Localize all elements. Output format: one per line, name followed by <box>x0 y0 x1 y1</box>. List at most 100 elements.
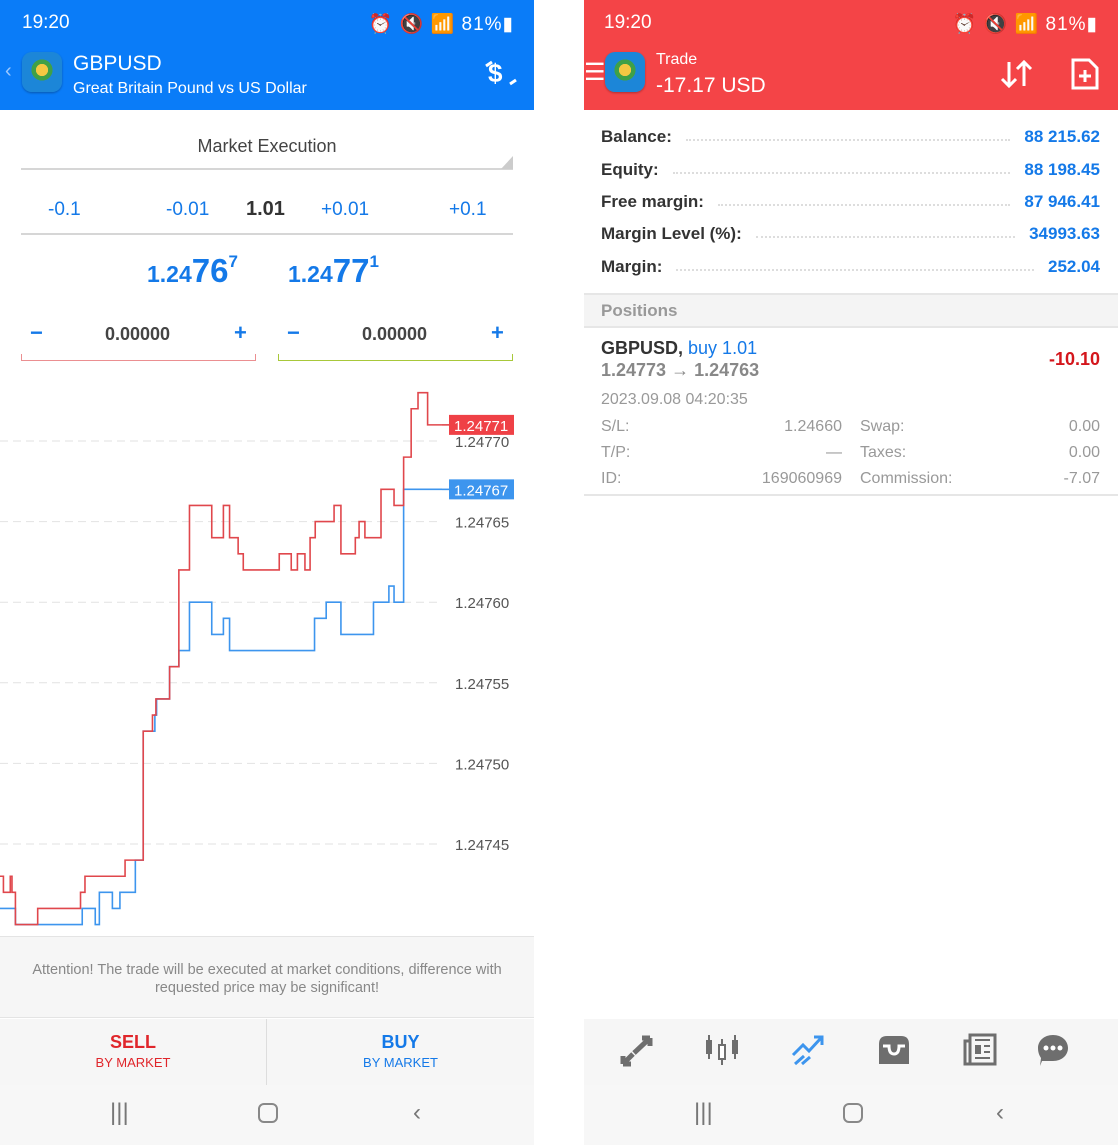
alarm-icon: ⏰ <box>368 14 394 35</box>
battery-icon: ▮ <box>502 14 514 35</box>
home-icon[interactable] <box>843 1103 863 1123</box>
tp-minus-button[interactable]: − <box>287 320 300 346</box>
order-header: 19:20 ⏰ 🔇 📶 81%▮ ‹ GBPUSD Great Britain … <box>0 0 534 110</box>
positions-title: Positions <box>601 301 678 320</box>
status-bar: 19:20 ⏰ 🔇 📶 81%▮ <box>0 0 534 46</box>
back-icon[interactable]: ‹ <box>5 60 12 83</box>
commission-label: Commission: <box>860 470 953 487</box>
margin-level-value: 34993.63 <box>1029 224 1100 243</box>
tp-value: — <box>826 444 842 461</box>
volume-plus-0.01[interactable]: +0.01 <box>321 199 369 221</box>
back-nav-icon[interactable]: ‹ <box>996 1099 1004 1127</box>
equity-value: 88 198.45 <box>1024 160 1100 179</box>
battery-icon: ▮ <box>1086 14 1098 35</box>
ask-price-tag: 1.24771 <box>454 418 508 435</box>
system-nav-bar: ||| ‹ <box>0 1085 534 1145</box>
position-profit: -10.10 <box>1048 349 1100 369</box>
free-margin-label: Free margin: <box>601 192 704 211</box>
id-label: ID: <box>601 470 622 487</box>
battery-level: 81% <box>1045 14 1087 35</box>
trade-icon[interactable] <box>790 1033 824 1067</box>
y-tick-label: 1.24760 <box>455 595 509 612</box>
history-icon[interactable] <box>877 1034 911 1066</box>
volume-input[interactable]: 1.01 <box>246 198 285 221</box>
alarm-icon: ⏰ <box>952 14 978 35</box>
status-bar: 19:20 ⏰ 🔇 📶 81%▮ <box>584 0 1118 46</box>
position-symbol: GBPUSD, <box>601 338 684 358</box>
position-item[interactable]: GBPUSD, buy 1.01 1.24773 → 1.24763 -10.1… <box>584 330 1118 496</box>
volume-minus-0.1[interactable]: -0.1 <box>48 199 81 221</box>
volume-minus-0.01[interactable]: -0.01 <box>166 199 209 221</box>
menu-icon[interactable]: ☰ <box>584 58 606 87</box>
sort-icon[interactable] <box>1000 58 1034 90</box>
positions-header: Positions <box>584 293 1118 328</box>
battery-level: 81% <box>461 14 503 35</box>
status-time: 19:20 <box>22 12 70 33</box>
bottom-tab-bar <box>584 1019 1118 1085</box>
sl-minus-button[interactable]: − <box>30 320 43 346</box>
quotes-icon[interactable] <box>620 1035 654 1067</box>
signal-icon: 📶 <box>430 14 456 35</box>
free-margin-value: 87 946.41 <box>1024 192 1100 211</box>
y-tick-label: 1.24745 <box>455 837 509 854</box>
buy-sublabel: BY MARKET <box>363 1055 438 1070</box>
bid-price-tag: 1.24767 <box>454 482 508 499</box>
tp-label: T/P: <box>601 444 631 461</box>
chat-icon[interactable] <box>1036 1033 1070 1067</box>
id-value: 169060969 <box>761 470 842 487</box>
y-tick-label: 1.24755 <box>455 676 509 693</box>
new-order-icon[interactable] <box>1071 58 1099 90</box>
sell-sublabel: BY MARKET <box>95 1055 171 1070</box>
position-time: 2023.09.08 04:20:35 <box>601 391 748 408</box>
attention-text: Attention! The trade will be executed at… <box>32 962 502 996</box>
margin-level-row: Margin Level (%): 34993.63 <box>601 221 1100 247</box>
mute-icon: 🔇 <box>983 14 1009 35</box>
balance-value: 88 215.62 <box>1024 127 1100 146</box>
margin-level-label: Margin Level (%): <box>601 224 742 243</box>
taxes-value: 0.00 <box>1068 444 1100 461</box>
commission-value: -7.07 <box>1063 470 1100 487</box>
volume-plus-0.1[interactable]: +0.1 <box>449 199 487 221</box>
chart-icon[interactable] <box>704 1033 740 1067</box>
symbol-description: Great Britain Pound vs US Dollar <box>73 80 307 97</box>
app-logo <box>22 52 62 92</box>
back-nav-icon[interactable]: ‹ <box>413 1099 421 1127</box>
ask-price: 1.24771 <box>288 252 379 289</box>
order-screen: 19:20 ⏰ 🔇 📶 81%▮ ‹ GBPUSD Great Britain … <box>0 0 534 1145</box>
attention-box: Attention! The trade will be executed at… <box>0 936 534 1018</box>
tp-underline <box>278 354 513 361</box>
sl-label: S/L: <box>601 418 630 435</box>
equity-label: Equity: <box>601 160 659 179</box>
sl-value: 1.24660 <box>784 418 842 435</box>
buy-label: BUY <box>381 1032 420 1052</box>
news-icon[interactable] <box>963 1033 997 1067</box>
change-symbol-icon[interactable]: $ <box>482 56 518 90</box>
position-side: buy 1.01 <box>688 338 758 358</box>
tick-chart[interactable]: 1.24770 1.24765 1.24760 1.24755 1.24750 1.247… <box>0 380 534 936</box>
sell-button[interactable]: SELL BY MARKET <box>0 1019 267 1085</box>
sl-plus-button[interactable]: + <box>234 320 247 346</box>
recents-icon[interactable]: ||| <box>694 1099 713 1127</box>
free-margin-row: Free margin: 87 946.41 <box>601 189 1100 215</box>
home-icon[interactable] <box>258 1103 278 1123</box>
status-time: 19:20 <box>604 12 652 33</box>
tp-value[interactable]: 0.00000 <box>362 324 427 345</box>
system-nav-bar: ||| ‹ <box>584 1085 1118 1145</box>
total-profit: -17.17 USD <box>656 74 766 97</box>
status-icons: ⏰ 🔇 📶 81%▮ <box>953 12 1098 36</box>
trade-header: 19:20 ⏰ 🔇 📶 81%▮ ☰ Trade -17.17 USD <box>584 0 1118 110</box>
y-tick-label: 1.24750 <box>455 756 509 773</box>
execution-type-select[interactable]: Market Execution <box>0 136 534 157</box>
tp-plus-button[interactable]: + <box>491 320 504 346</box>
sl-value[interactable]: 0.00000 <box>105 324 170 345</box>
position-prices: 1.24773 → 1.24763 <box>601 360 760 380</box>
y-tick-label: 1.24765 <box>455 515 509 532</box>
bid-line <box>0 488 442 926</box>
y-tick-label: 1.24770 <box>455 434 509 451</box>
balance-label: Balance: <box>601 127 672 146</box>
recents-icon[interactable]: ||| <box>110 1099 129 1127</box>
buy-button[interactable]: BUY BY MARKET <box>267 1019 534 1085</box>
symbol-title: GBPUSD <box>73 52 162 75</box>
sell-label: SELL <box>109 1032 156 1052</box>
equity-row: Equity: 88 198.45 <box>601 157 1100 183</box>
